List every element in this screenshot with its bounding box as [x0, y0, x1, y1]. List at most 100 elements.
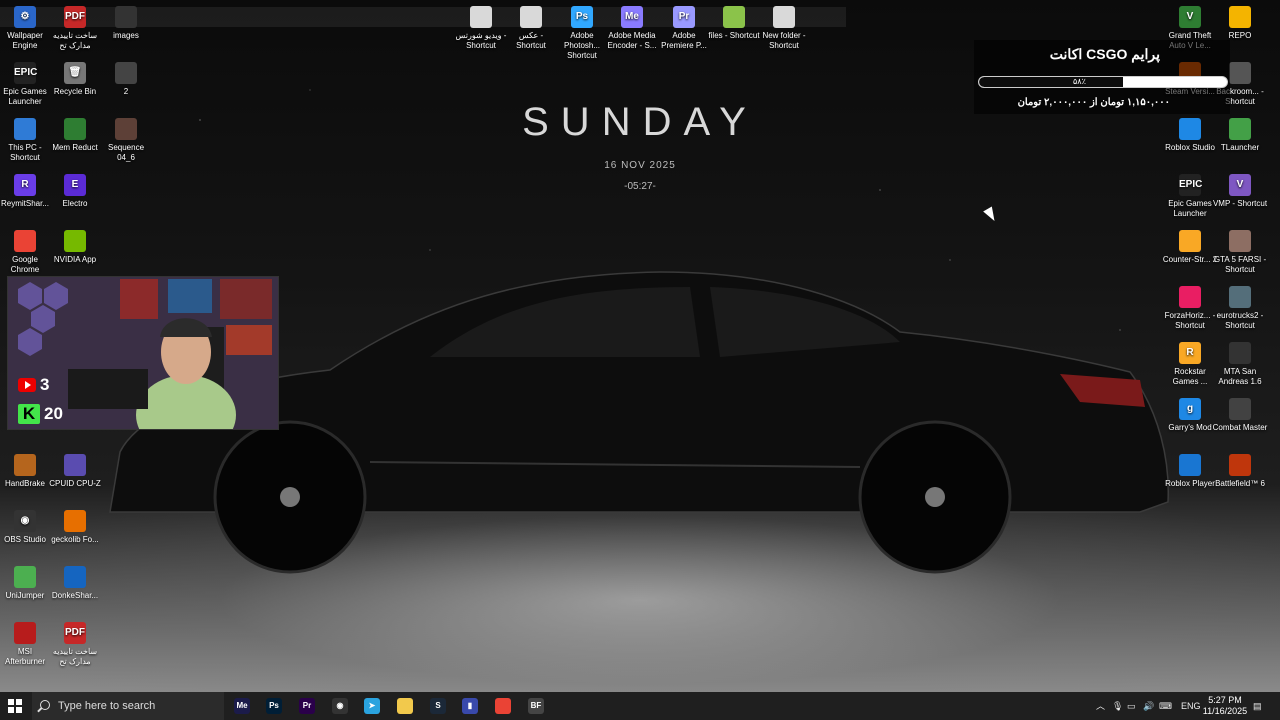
desktop-icon[interactable]: images [98, 6, 154, 41]
desktop-icon[interactable]: Roblox Player [1162, 454, 1218, 489]
desktop-icon-label: This PC - Shortcut [8, 143, 42, 162]
desktop-icon[interactable]: Google Chrome [0, 230, 53, 275]
desktop-icon-label: Google Chrome [10, 255, 40, 274]
desktop-icon[interactable]: PDF ساخت تاییدیه مدارک تح [47, 622, 103, 667]
desktop-icon-label: images [113, 31, 139, 40]
desktop-icon[interactable]: Pr Adobe Premiere P... [656, 6, 712, 51]
kick-icon: K [18, 404, 40, 424]
desktop-icon[interactable]: Battlefield™ 6 [1212, 454, 1268, 489]
steam-icon[interactable]: S [430, 698, 446, 714]
desktop-icon[interactable]: ⚙ Wallpaper Engine [0, 6, 53, 51]
desktop-icon[interactable]: ویدیو شورتس - Shortcut [453, 6, 509, 51]
desktop-icon[interactable]: TLauncher [1212, 118, 1268, 153]
gta-v-icon: V [1179, 6, 1201, 28]
tlauncher-icon [1229, 118, 1251, 140]
youtube-icon [18, 378, 36, 392]
desktop-icon[interactable]: PDF ساخت تاییدیه مدارک تح [47, 6, 103, 51]
microphone-icon[interactable]: 🎙 [1112, 692, 1123, 720]
desktop-icon[interactable]: Counter-Str... 2 [1162, 230, 1218, 265]
desktop-icon[interactable]: R Rockstar Games ... [1162, 342, 1218, 387]
keyboard-icon[interactable]: ⌨ [1159, 692, 1172, 720]
desktop-icon-label: New folder - Shortcut [762, 31, 806, 50]
telegram-icon[interactable]: ➤ [364, 698, 380, 714]
desktop-icon-label: Electro [62, 199, 88, 208]
chrome-icon[interactable] [495, 698, 511, 714]
desktop-icon[interactable]: GTA 5 FARSI - Shortcut [1212, 230, 1268, 275]
desktop-icon[interactable]: CPUID CPU-Z [47, 454, 103, 489]
desktop-icon-label: Adobe Premiere P... [661, 31, 707, 50]
desktop-icon[interactable]: NVIDIA App [47, 230, 103, 265]
desktop-icon[interactable]: ◉ OBS Studio [0, 510, 53, 545]
desktop-icon-label: NVIDIA App [53, 255, 97, 264]
desktop-icon-label: VMP - Shortcut [1212, 199, 1268, 208]
desktop-icon[interactable]: geckolib Fo... [47, 510, 103, 545]
taskbar-clock[interactable]: 5:27 PM 11/16/2025 [1200, 695, 1250, 717]
desktop-icon[interactable]: Combat Master [1212, 398, 1268, 433]
desktop-icon[interactable]: files - Shortcut [706, 6, 762, 41]
desktop-icon-label: Recycle Bin [53, 87, 97, 96]
desktop-icon[interactable]: g Garry's Mod [1162, 398, 1218, 433]
desktop-icon[interactable]: عکس - Shortcut [503, 6, 559, 51]
desktop-icon[interactable]: 2 [98, 62, 154, 97]
desktop-icon[interactable]: UniJumper [0, 566, 53, 601]
epic-games-icon: EPIC [14, 62, 37, 84]
desktop-icon[interactable]: HandBrake [0, 454, 53, 489]
media-encoder-icon: Me [621, 6, 643, 28]
battlefield-icon[interactable]: BF [528, 698, 544, 714]
clock-date: 11/16/2025 [1202, 706, 1248, 716]
image-file-icon [115, 62, 137, 84]
volume-icon[interactable]: 🔊 [1143, 692, 1154, 720]
desktop-icon-label: ساخت تاییدیه مدارک تح [52, 647, 98, 666]
desktop-icon-label: ForzaHoriz... - Shortcut [1164, 311, 1216, 330]
desktop-icon-label: TLauncher [1220, 143, 1260, 152]
folder-shortcut-icon [773, 6, 795, 28]
donation-goal-percent: ۵۸٪ [1073, 77, 1086, 86]
desktop-icon[interactable]: DonkeShar... [47, 566, 103, 601]
desktop-icon[interactable]: eurotrucks2 - Shortcut [1212, 286, 1268, 331]
roblox-studio-icon [1179, 118, 1201, 140]
analytics-icon[interactable]: ▮ [462, 698, 478, 714]
desktop-icon[interactable]: E Electro [47, 174, 103, 209]
desktop-icon[interactable]: ForzaHoriz... - Shortcut [1162, 286, 1218, 331]
desktop-icon[interactable]: 🗑 Recycle Bin [47, 62, 103, 97]
desktop-icon-label: DonkeShar... [51, 591, 99, 600]
show-hidden-icons-icon[interactable]: ︿ [1096, 692, 1105, 720]
language-indicator[interactable]: ENG [1181, 692, 1201, 720]
obs-icon: ◉ [14, 510, 36, 532]
desktop-icon[interactable]: New folder - Shortcut [756, 6, 812, 51]
photoshop-icon[interactable]: Ps [266, 698, 282, 714]
desktop-icon-label: ReymitShar... [0, 199, 49, 208]
desktop-icon[interactable]: EPIC Epic Games Launcher [1162, 174, 1218, 219]
donation-goal-fill [979, 77, 1123, 87]
desktop-icon[interactable]: Mem Reduct [47, 118, 103, 153]
battlefield-icon [1229, 454, 1251, 476]
file-explorer-icon[interactable] [397, 698, 413, 714]
epic-games-icon: EPIC [1179, 174, 1202, 196]
desktop-icon[interactable]: EPIC Epic Games Launcher [0, 62, 53, 107]
desktop-icon[interactable]: Sequence 04_6 [98, 118, 154, 163]
desktop-icon[interactable]: REPO [1212, 6, 1268, 41]
search-icon [40, 700, 50, 710]
desktop-icon[interactable]: V VMP - Shortcut [1212, 174, 1268, 209]
desktop-icon[interactable]: R ReymitShar... [0, 174, 53, 209]
start-button[interactable] [8, 699, 22, 713]
premiere-icon[interactable]: Pr [299, 698, 315, 714]
desktop-icon[interactable]: This PC - Shortcut [0, 118, 53, 163]
desktop-icon[interactable]: Ps Adobe Photosh... Shortcut [554, 6, 610, 61]
kick-count: 20 [44, 404, 63, 423]
desktop-icon[interactable]: Roblox Studio [1162, 118, 1218, 153]
notifications-icon[interactable]: ▤ [1253, 692, 1262, 720]
media-encoder-icon[interactable]: Me [234, 698, 250, 714]
desktop-icon[interactable]: Me Adobe Media Encoder - S... [604, 6, 660, 51]
chrome-icon [14, 230, 36, 252]
repo-icon [1229, 6, 1251, 28]
obs-icon[interactable]: ◉ [332, 698, 348, 714]
network-icon[interactable]: ▭ [1127, 692, 1136, 720]
desktop-icon[interactable]: MTA San Andreas 1.6 [1212, 342, 1268, 387]
taskbar-search-box[interactable]: Type here to search [32, 692, 224, 720]
desktop-icon-label: MSI Afterburner [4, 647, 46, 666]
folder-shortcut-icon [723, 6, 745, 28]
desktop-icon-label: 2 [123, 87, 129, 96]
desktop-icon[interactable]: MSI Afterburner [0, 622, 53, 667]
vmp-icon: V [1229, 174, 1251, 196]
